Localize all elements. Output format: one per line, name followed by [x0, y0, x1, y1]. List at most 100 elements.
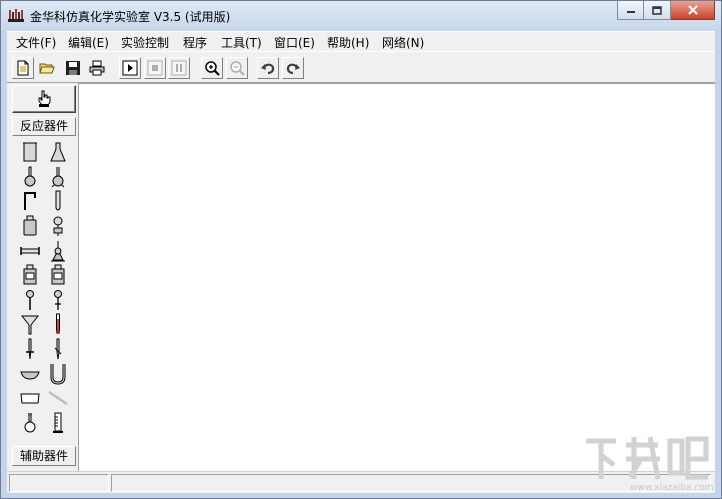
reagent-bottle-icon: [23, 264, 37, 285]
xiazaiba-logo-icon: [586, 436, 709, 480]
stop-button[interactable]: [144, 57, 166, 79]
window-title: 金华科仿真化学实验室 V3.5 (试用版): [30, 10, 231, 24]
menu-tools[interactable]: 工具(T): [221, 34, 262, 51]
conical-flask-icon: [50, 142, 66, 162]
watermark-url: www.xiazaiba.com: [630, 483, 714, 493]
menu-file[interactable]: 文件(F): [16, 34, 56, 51]
new-file-icon: [17, 60, 29, 76]
pipette-icon: [54, 338, 62, 360]
palette-tool[interactable]: [46, 214, 70, 239]
alcohol-lamp-stand-icon: [51, 240, 65, 262]
stop-icon: [147, 60, 163, 76]
palette-tool[interactable]: [46, 189, 70, 214]
evaporating-dish-icon: [20, 371, 40, 380]
palette-tool[interactable]: [46, 165, 70, 190]
menu-experiment-control[interactable]: 实验控制: [121, 34, 169, 51]
dropper-stand-icon: [54, 289, 62, 310]
palette-tool[interactable]: [46, 263, 70, 288]
close-button[interactable]: [671, 1, 715, 20]
experiment-canvas[interactable]: [78, 83, 715, 471]
maximize-icon: [652, 5, 662, 15]
palette-tool[interactable]: [18, 165, 42, 190]
pause-button[interactable]: [168, 57, 190, 79]
status-pane-left: [9, 474, 109, 492]
palette-tool[interactable]: [46, 140, 70, 165]
hand-pointer-icon: [38, 90, 51, 107]
print-icon: [89, 60, 105, 76]
workspace: 反应器件 辅助器件: [7, 83, 715, 471]
minimize-button[interactable]: [617, 1, 644, 20]
minimize-icon: [626, 11, 635, 13]
zoom-in-icon: [205, 61, 220, 76]
palette-tool[interactable]: [18, 337, 42, 362]
palette-tool[interactable]: [46, 361, 70, 386]
glass-rod-icon: [48, 391, 68, 406]
menu-help[interactable]: 帮助(H): [327, 34, 369, 51]
reaction-devices-header[interactable]: 反应器件: [12, 117, 76, 136]
palette-tool[interactable]: [18, 263, 42, 288]
print-button[interactable]: [86, 57, 108, 79]
beaker-icon: [23, 142, 37, 162]
save-button[interactable]: [62, 57, 84, 79]
menu-bar: 文件(F) 编辑(E) 实验控制 程序 工具(T) 窗口(E) 帮助(H) 网络…: [7, 31, 715, 51]
run-button[interactable]: [119, 57, 141, 79]
watermark-logo: www.xiazaiba.com: [582, 433, 714, 495]
play-icon: [122, 60, 138, 76]
graduated-cylinder-icon: [53, 412, 63, 433]
palette-tool[interactable]: [46, 312, 70, 337]
separatory-funnel-icon: [53, 216, 63, 237]
open-button[interactable]: [36, 57, 58, 79]
palette-tool[interactable]: [18, 386, 42, 411]
palette-tool[interactable]: [18, 361, 42, 386]
undo-icon: [261, 63, 275, 75]
new-file-button[interactable]: [12, 57, 34, 79]
maximize-button[interactable]: [644, 1, 671, 20]
redo-button[interactable]: [282, 57, 304, 79]
close-icon: [687, 5, 698, 15]
save-icon: [66, 61, 80, 75]
u-tube-icon: [50, 363, 66, 385]
palette-tool[interactable]: [46, 411, 70, 436]
title-bar[interactable]: 金华科仿真化学实验室 V3.5 (试用版): [1, 1, 721, 31]
open-folder-icon: [39, 63, 55, 74]
test-tube-icon: [55, 190, 61, 211]
auxiliary-devices-header[interactable]: 辅助器件: [12, 446, 76, 466]
palette-tool[interactable]: [18, 140, 42, 165]
app-window: 金华科仿真化学实验室 V3.5 (试用版) 文件(F) 编辑(E) 实验控制 程…: [0, 0, 722, 499]
labeled-bottle-icon: [51, 264, 65, 285]
palette-tools: [18, 140, 70, 435]
zoom-out-button[interactable]: [226, 57, 248, 79]
app-logo-icon: [8, 8, 24, 22]
wide-mouth-bottle-icon: [23, 215, 37, 236]
palette-tool[interactable]: [18, 312, 42, 337]
redo-icon: [286, 63, 300, 75]
palette-tool[interactable]: [18, 288, 42, 313]
palette-tool[interactable]: [46, 386, 70, 411]
round-flask-icon: [51, 166, 65, 188]
pointer-tool-button[interactable]: [12, 85, 76, 113]
round-bottom-flask-icon: [24, 166, 36, 187]
instrument-palette: 反应器件 辅助器件: [10, 85, 78, 467]
bent-tube-icon: [24, 192, 36, 211]
palette-tool[interactable]: [46, 288, 70, 313]
toolbar: [7, 51, 715, 83]
palette-tool[interactable]: [18, 411, 42, 436]
menu-edit[interactable]: 编辑(E): [68, 34, 109, 51]
menu-program[interactable]: 程序: [183, 34, 207, 51]
palette-tool[interactable]: [18, 238, 42, 263]
menu-window[interactable]: 窗口(E): [274, 34, 315, 51]
trough-icon: [20, 393, 40, 404]
zoom-out-icon: [230, 61, 245, 76]
funnel-icon: [21, 315, 39, 335]
pause-icon: [171, 60, 187, 76]
thermometer-icon: [56, 313, 60, 335]
menu-network[interactable]: 网络(N): [382, 34, 424, 51]
palette-tool[interactable]: [46, 337, 70, 362]
undo-button[interactable]: [257, 57, 279, 79]
palette-tool[interactable]: [18, 214, 42, 239]
dropper-icon: [26, 289, 34, 310]
horizontal-tube-icon: [20, 246, 40, 255]
zoom-in-button[interactable]: [201, 57, 223, 79]
palette-tool[interactable]: [46, 238, 70, 263]
palette-tool[interactable]: [18, 189, 42, 214]
